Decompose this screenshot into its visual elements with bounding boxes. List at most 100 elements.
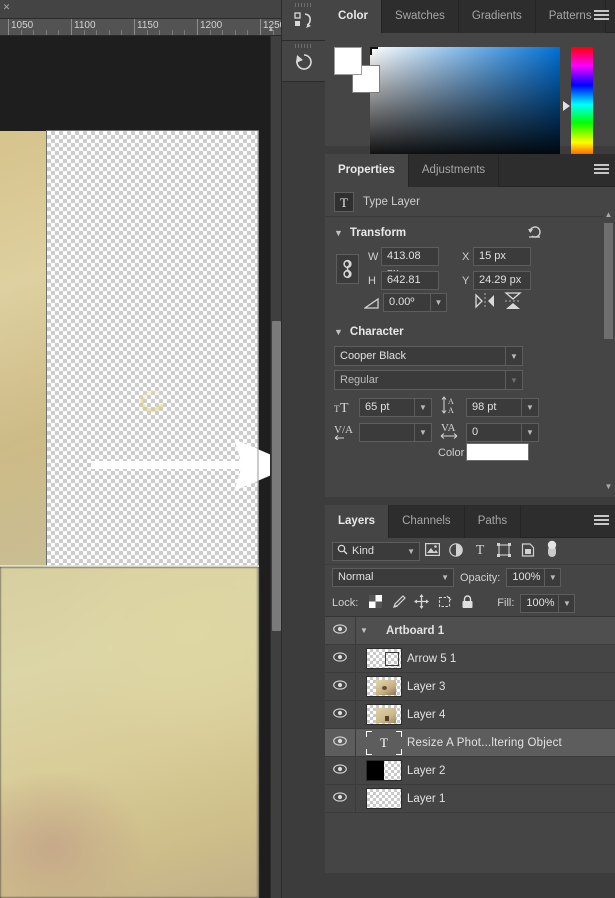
font-family-input[interactable]: Cooper Black (334, 346, 506, 366)
layer-filter-kind-select[interactable]: Kind ▼ (332, 541, 420, 561)
arrow-shape[interactable] (91, 436, 270, 494)
font-size-input[interactable]: 65 pt (359, 398, 415, 417)
layer-thumbnail[interactable]: T (366, 730, 402, 755)
x-input[interactable]: 15 px (473, 247, 531, 266)
transform-section-header[interactable]: ▼ Transform (325, 221, 615, 245)
color-field[interactable] (370, 47, 560, 162)
chevron-down-icon[interactable]: ▼ (506, 370, 523, 390)
hamburger-icon[interactable] (594, 164, 609, 176)
chevron-down-icon[interactable]: ▼ (356, 626, 372, 635)
chevron-down-icon[interactable]: ▼ (522, 423, 539, 442)
hamburger-icon[interactable] (594, 515, 609, 527)
lock-nesting-icon[interactable] (433, 595, 456, 612)
text-color-swatch[interactable] (466, 443, 529, 461)
chevron-down-icon[interactable]: ▼ (545, 568, 562, 587)
chevron-down-icon[interactable]: ▼ (431, 293, 447, 312)
hamburger-icon[interactable] (594, 10, 609, 22)
close-icon[interactable] (2, 3, 11, 12)
properties-scrollbar[interactable]: ▲ ▼ (603, 209, 614, 493)
width-input[interactable]: 413.08 px (381, 247, 439, 279)
eye-icon[interactable] (325, 784, 356, 813)
kerning-input[interactable] (359, 423, 415, 442)
lock-image-pixels-icon[interactable] (387, 594, 410, 612)
canvas-scrollbar-thumb[interactable] (272, 321, 281, 631)
flip-horizontal-icon[interactable] (474, 292, 496, 315)
layer-thumbnail[interactable] (366, 676, 402, 697)
hue-slider[interactable] (571, 47, 593, 162)
eye-icon[interactable] (325, 616, 356, 645)
lock-transparent-pixels-icon[interactable] (364, 595, 387, 611)
shape-filter-icon[interactable] (492, 542, 516, 560)
eye-icon[interactable] (325, 672, 356, 701)
history-panel-button[interactable] (282, 41, 326, 82)
document-area: 10501100115012001250 (0, 0, 281, 898)
table-row[interactable]: T Resize A Phot...ltering Object (325, 728, 615, 757)
horizontal-ruler[interactable]: 10501100115012001250 (0, 19, 281, 36)
table-row[interactable]: Arrow 5 1 (325, 644, 615, 673)
layer-thumbnail[interactable] (366, 648, 402, 669)
tab-gradients[interactable]: Gradients (458, 0, 536, 33)
foreground-color-swatch[interactable] (334, 47, 362, 75)
tab-color[interactable]: Color (325, 0, 383, 33)
flip-vertical-icon[interactable] (503, 291, 523, 316)
tab-paths[interactable]: Paths (464, 505, 522, 538)
chevron-down-icon[interactable]: ▼ (415, 398, 432, 417)
chevron-down-icon[interactable]: ▼ (559, 593, 576, 613)
leading-input[interactable]: 98 pt (466, 398, 522, 417)
table-row[interactable]: Layer 1 (325, 784, 615, 813)
lock-all-icon[interactable] (456, 594, 479, 612)
layer-thumbnail[interactable] (366, 760, 402, 781)
chevron-down-icon[interactable]: ▼ (415, 423, 432, 442)
eye-icon[interactable] (325, 728, 356, 757)
canvas-viewport[interactable] (0, 36, 270, 898)
filter-enable-toggle[interactable] (540, 540, 564, 563)
artboard-canvas[interactable] (46, 130, 270, 567)
layer-thumbnail[interactable] (366, 704, 402, 725)
fill-input[interactable]: 100% (520, 593, 560, 613)
table-row[interactable]: Layer 2 (325, 756, 615, 785)
layer-type-row: T Type Layer (325, 187, 615, 217)
eye-icon[interactable] (325, 756, 356, 785)
ruler-label: 1150 (137, 20, 159, 31)
character-section-header[interactable]: ▼ Character (325, 320, 615, 344)
y-label: Y (462, 275, 470, 287)
layer-thumbnail[interactable] (366, 788, 402, 809)
tab-swatches[interactable]: Swatches (382, 0, 459, 33)
opacity-input[interactable]: 100% (506, 568, 546, 587)
smart-object-filter-icon[interactable] (516, 542, 540, 560)
chevron-down-icon[interactable]: ▼ (407, 547, 415, 556)
hue-slider-marker[interactable] (563, 101, 570, 111)
chevron-down-icon[interactable]: ▼ (334, 228, 343, 238)
tracking-input[interactable]: 0 (466, 423, 522, 442)
chevron-down-icon[interactable]: ▼ (441, 569, 449, 586)
table-row[interactable]: Layer 4 (325, 700, 615, 729)
tab-properties[interactable]: Properties (325, 154, 409, 187)
blend-mode-select[interactable]: Normal ▼ (332, 568, 454, 587)
properties-scrollbar-thumb[interactable] (604, 223, 613, 339)
eye-icon[interactable] (325, 700, 356, 729)
chevron-up-icon[interactable]: ▲ (603, 209, 614, 221)
adjustment-filter-icon[interactable] (444, 542, 468, 560)
angle-input[interactable]: 0.00º (383, 293, 431, 312)
reset-icon[interactable] (526, 224, 543, 241)
chevron-down-icon[interactable]: ▼ (334, 327, 343, 337)
libraries-panel-button[interactable] (282, 0, 326, 41)
color-field-marker[interactable] (370, 47, 378, 55)
chevron-down-icon[interactable]: ▼ (522, 398, 539, 417)
height-input[interactable]: 642.81 px (381, 271, 439, 303)
eye-icon[interactable] (325, 644, 356, 673)
link-icon[interactable] (336, 254, 359, 284)
chevron-down-icon[interactable]: ▼ (603, 481, 614, 493)
tab-adjustments[interactable]: Adjustments (408, 154, 500, 187)
y-input[interactable]: 24.29 px (473, 271, 531, 290)
pixel-filter-icon[interactable] (420, 543, 444, 559)
lock-position-icon[interactable] (410, 594, 433, 612)
tab-layers[interactable]: Layers (325, 505, 390, 538)
type-filter-icon[interactable]: T (468, 543, 492, 559)
table-row[interactable]: ▼ Artboard 1 (325, 616, 615, 645)
font-style-input[interactable]: Regular (334, 370, 506, 390)
table-row[interactable]: Layer 3 (325, 672, 615, 701)
canvas-vertical-scrollbar[interactable] (270, 36, 281, 898)
tab-channels[interactable]: Channels (389, 505, 465, 538)
chevron-down-icon[interactable]: ▼ (506, 346, 523, 366)
